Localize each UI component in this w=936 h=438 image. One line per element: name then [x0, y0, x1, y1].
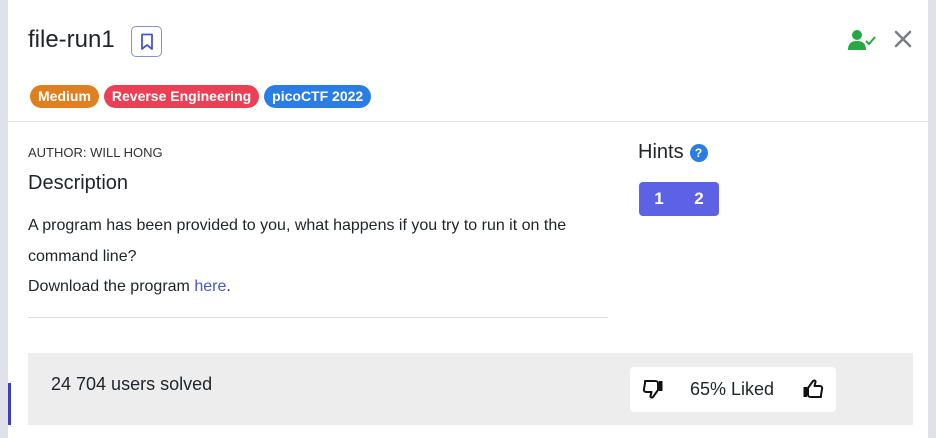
thumbs-down-icon[interactable]	[642, 379, 664, 399]
solved-status-button[interactable]	[848, 28, 876, 52]
close-button[interactable]	[892, 28, 914, 50]
hint-button-group: 1 2	[639, 182, 719, 216]
header-divider	[8, 121, 928, 122]
hints-title: Hints	[638, 141, 684, 163]
help-icon[interactable]: ?	[689, 143, 708, 162]
event-badge[interactable]: picoCTF 2022	[264, 85, 372, 108]
challenge-title: file-run1	[28, 26, 115, 53]
bookmark-icon	[140, 33, 153, 50]
description-body: A program has been provided to you, what…	[28, 211, 618, 303]
tag-list: Medium Reverse Engineering picoCTF 2022	[30, 85, 372, 108]
challenge-modal: file-run1 Medium Reverse Engineering pic…	[8, 0, 928, 438]
rating-box: 65% Liked	[630, 367, 836, 412]
hints-heading: Hints ?	[638, 141, 708, 164]
hint-1-button[interactable]: 1	[639, 182, 679, 216]
hint-2-button[interactable]: 2	[679, 182, 719, 216]
description-heading: Description	[28, 172, 129, 194]
description-text: A program has been provided to you, what…	[28, 217, 567, 265]
description-divider	[28, 317, 608, 318]
difficulty-badge[interactable]: Medium	[30, 85, 99, 108]
stats-bar: 24 704 users solved 65% Liked	[28, 353, 913, 425]
download-prefix: Download the program	[28, 278, 195, 295]
solved-count: 24 704 users solved	[51, 374, 213, 394]
author-label: AUTHOR: WILL HONG	[28, 145, 163, 160]
bookmark-button[interactable]	[131, 26, 162, 57]
close-icon	[894, 30, 912, 48]
download-suffix: .	[226, 278, 231, 295]
download-line: Download the program here.	[28, 272, 618, 303]
thumbs-up-icon[interactable]	[802, 379, 824, 399]
liked-percentage: 65% Liked	[690, 379, 775, 399]
category-badge[interactable]: Reverse Engineering	[103, 85, 260, 108]
user-check-icon	[848, 30, 876, 50]
download-link[interactable]: here	[194, 278, 226, 295]
page-edge-accent	[8, 383, 11, 425]
